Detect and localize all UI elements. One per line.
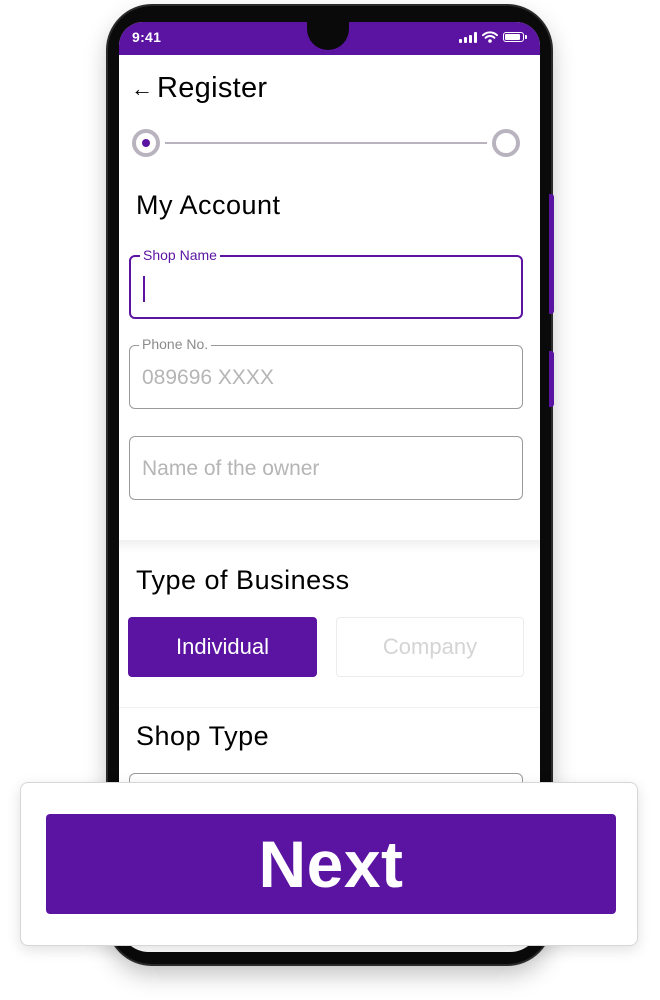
status-bar: 9:41 bbox=[119, 22, 540, 55]
text-cursor bbox=[143, 276, 145, 302]
bottom-action-bar: Next bbox=[20, 782, 638, 946]
shop-name-field[interactable]: Shop Name bbox=[129, 247, 523, 319]
section-title-shop-type: Shop Type bbox=[136, 721, 270, 751]
signal-icon bbox=[459, 31, 477, 43]
section-title-my-account: My Account bbox=[136, 190, 281, 220]
phone-side-button bbox=[549, 351, 554, 407]
phone-number-field[interactable]: Phone No. bbox=[129, 336, 523, 409]
status-icons bbox=[459, 31, 527, 43]
phone-number-input[interactable] bbox=[142, 364, 502, 392]
stepper-line bbox=[165, 142, 487, 144]
owner-name-field[interactable] bbox=[129, 436, 523, 500]
individual-option-button[interactable]: Individual bbox=[128, 617, 317, 677]
page-title: Register bbox=[157, 72, 268, 104]
section-separator bbox=[119, 540, 540, 552]
camera-notch bbox=[307, 22, 349, 50]
next-button[interactable]: Next bbox=[46, 814, 616, 914]
step-2-indicator bbox=[492, 129, 520, 157]
phone-number-label: Phone No. bbox=[139, 336, 212, 352]
section-divider bbox=[119, 707, 540, 708]
arrow-left-icon[interactable]: ← bbox=[131, 78, 153, 100]
shop-name-label: Shop Name bbox=[140, 247, 220, 263]
owner-name-input[interactable] bbox=[142, 455, 502, 483]
phone-side-button bbox=[549, 194, 554, 314]
section-title-business-type: Type of Business bbox=[136, 565, 350, 595]
company-option-button[interactable]: Company bbox=[336, 617, 524, 677]
wifi-icon bbox=[482, 31, 498, 43]
step-1-indicator bbox=[132, 129, 160, 157]
status-time: 9:41 bbox=[132, 29, 162, 45]
battery-icon bbox=[503, 32, 527, 42]
